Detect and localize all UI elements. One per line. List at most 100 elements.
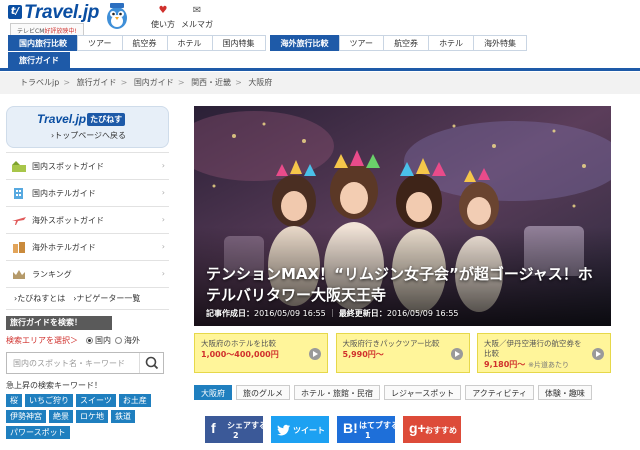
sidebar-item-overseas-hotel[interactable]: 海外ホテルガイド › [6,234,169,261]
keyword-tag[interactable]: 桜 [6,394,22,407]
nav-domestic-hotel[interactable]: ホテル [166,35,212,51]
chevron-right-icon: › [161,215,165,224]
search-box [6,352,164,374]
tag-hotel[interactable]: ホテル・旅館・民宿 [294,385,380,400]
site-logo[interactable]: t/ Travel.jp テレビCM好評放映中! [8,2,158,38]
nav-overseas-tour[interactable]: ツアー [338,35,384,51]
breadcrumb-separator: > [235,78,242,87]
global-nav: 国内旅行比較 ツアー 航空券 ホテル 国内特集 海外旅行比較 ツアー 航空券 ホ… [0,35,640,71]
airplane-icon [12,217,26,225]
keyword-tag[interactable]: スイーツ [76,394,116,407]
chevron-right-icon: › [161,161,165,170]
breadcrumb-item[interactable]: 旅行ガイド [77,78,117,87]
bird-mascot-icon [107,3,127,29]
nav-domestic-compare[interactable]: 国内旅行比較 [8,35,77,51]
side-menu: 国内スポットガイド › 国内ホテルガイド › 海外スポットガイド › 海外ホテル… [6,152,169,310]
search-area-select: 検索エリアを選択＞ 国内 海外 [6,335,169,346]
breadcrumb: トラベルjp > 旅行ガイド > 国内ガイド > 関西・近畿 > 大阪府 [0,72,640,94]
mail-icon: ✉ [192,5,202,16]
nav-travel-guide[interactable]: 旅行ガイド [8,52,70,68]
overseas-hotel-icon [13,242,25,253]
share-count: 2 [233,431,239,440]
nav-domestic-air[interactable]: 航空券 [121,35,167,51]
popular-keywords: 桜 いちご狩り スイーツ お土産 伊勢神宮 絶景 ロケ地 鉄道 パワースポット [6,394,166,442]
keyword-tag[interactable]: いちご狩り [25,394,73,407]
keyword-tag[interactable]: 伊勢神宮 [6,410,46,423]
search-area-label: 検索エリアを選択＞ [6,336,78,345]
hotel-icon [14,188,23,199]
search-input[interactable] [7,353,137,373]
nav-domestic-special[interactable]: 国内特集 [211,35,266,51]
share-buttons: f シェアする 2 ツイート B! はてブする 1 g+ おすすめ [205,416,469,443]
nav-overseas-hotel[interactable]: ホテル [428,35,474,51]
nav-domestic-tour[interactable]: ツアー [77,35,122,51]
chevron-right-icon: › [161,188,165,197]
facebook-share-button[interactable]: f シェアする 2 [205,416,267,443]
comparison-ads: 大阪府のホテルを比較 1,000〜400,000円 大阪府行きパックツアー比較 … [194,333,611,373]
tag-leisure[interactable]: レジャースポット [384,385,462,400]
play-arrow-icon [309,348,321,360]
share-count: 1 [365,431,371,440]
tag-osaka[interactable]: 大阪府 [194,385,232,400]
breadcrumb-current: 大阪府 [248,78,273,87]
site-header: t/ Travel.jp テレビCM好評放映中! ♥ 使い方 ✉ メルマガ [0,0,640,38]
breadcrumb-separator: > [177,78,185,87]
facebook-icon: f [211,420,216,436]
chevron-right-icon: › [161,269,165,278]
keyword-tag[interactable]: 鉄道 [111,410,135,423]
ad-tour-compare[interactable]: 大阪府行きパックツアー比較 5,990円〜 [335,333,470,373]
tabi-logo: Travel.jp たびねす [37,112,126,126]
navigator-list-link[interactable]: ›ナビゲーター一覧 [73,294,140,303]
keyword-tag[interactable]: パワースポット [6,426,70,439]
search-heading: 旅行ガイドを検索！ [6,316,112,330]
breadcrumb-item[interactable]: トラベルjp [20,78,59,87]
hatena-bookmark-button[interactable]: B! はてブする 1 [337,416,399,443]
domestic-radio[interactable] [86,337,93,344]
back-to-top-link[interactable]: ›トップページへ戻る [51,130,126,141]
tag-activity[interactable]: アクティビティ [465,385,534,400]
play-arrow-icon [592,348,604,360]
sidebar: Travel.jp たびねす ›トップページへ戻る 国内スポットガイド › 国内ホ… [6,106,169,442]
tag-experience[interactable]: 体験・趣味 [537,385,592,400]
sidebar-item-domestic-hotel[interactable]: 国内ホテルガイド › [6,180,169,207]
twitter-share-button[interactable]: ツイート [271,416,329,443]
ad-hotel-compare[interactable]: 大阪府のホテルを比較 1,000〜400,000円 [194,333,328,373]
keyword-tag[interactable]: お土産 [118,394,151,407]
newsletter-link[interactable]: ✉ メルマガ [180,5,214,30]
sidebar-links: ›たびねすとは ›ナビゲーター一覧 [6,288,169,310]
tabi-home-box[interactable]: Travel.jp たびねす ›トップページへ戻る [6,106,169,148]
sidebar-item-overseas-spot[interactable]: 海外スポットガイド › [6,207,169,234]
nav-overseas-air[interactable]: 航空券 [383,35,429,51]
domestic-radio-label[interactable]: 国内 [95,335,111,346]
overseas-radio[interactable] [115,337,122,344]
nav-overseas-special[interactable]: 海外特集 [473,35,528,51]
breadcrumb-item[interactable]: 関西・近畿 [191,78,231,87]
ad-flight-compare[interactable]: 大阪／伊丹空港行の航空券を比較 9,180円〜 ※片道あたり [477,333,611,373]
article-hero: テンションMAX！“リムジン女子会”が超ゴージャス！ホテルバリタワー大阪天王寺 … [194,106,611,326]
nav-underline [0,68,640,71]
breadcrumb-item[interactable]: 国内ガイド [134,78,174,87]
nav-row-secondary: 旅行ガイド [0,52,640,68]
popular-keywords-heading: 急上昇の検索キーワード！ [6,381,102,390]
overseas-radio-label[interactable]: 海外 [124,335,140,346]
article-title: テンションMAX！“リムジン女子会”が超ゴージャス！ホテルバリタワー大阪天王寺 [206,265,593,304]
sidebar-item-ranking[interactable]: ランキング › [6,261,169,288]
about-tabi-link[interactable]: ›たびねすとは [14,294,65,303]
sidebar-item-domestic-spot[interactable]: 国内スポットガイド › [6,153,169,180]
breadcrumb-separator: > [63,78,71,87]
google-plus-button[interactable]: g+ おすすめ [403,416,461,443]
logo-mark: t/ [8,5,22,19]
twitter-icon [277,424,290,436]
nav-row-primary: 国内旅行比較 ツアー 航空券 ホテル 国内特集 海外旅行比較 ツアー 航空券 ホ… [0,35,640,51]
google-plus-icon: g+ [409,420,426,436]
search-button[interactable] [139,353,163,373]
heart-icon: ♥ [158,5,168,16]
keyword-tag[interactable]: ロケ地 [76,410,108,423]
nav-overseas-compare[interactable]: 海外旅行比較 [269,35,339,51]
howto-link[interactable]: ♥ 使い方 [146,5,180,30]
search-icon [145,356,159,370]
spot-icon [12,161,26,172]
keyword-tag[interactable]: 絶景 [49,410,73,423]
tag-gourmet[interactable]: 旅のグルメ [236,385,290,400]
crown-icon [13,270,25,279]
